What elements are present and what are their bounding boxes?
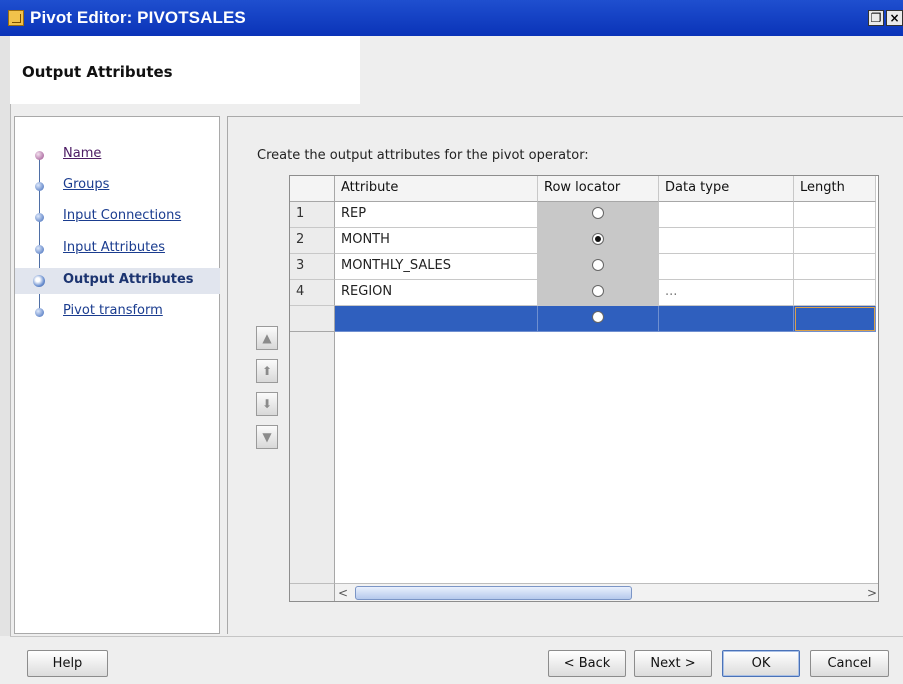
row-number: 1 xyxy=(290,202,335,228)
column-header-attribute[interactable]: Attribute xyxy=(335,176,538,202)
restore-window-button[interactable]: ❐ xyxy=(868,10,884,26)
column-header-data-type[interactable]: Data type xyxy=(659,176,794,202)
row-number xyxy=(290,306,335,332)
attribute-cell[interactable]: REGION xyxy=(335,280,538,306)
step-icon xyxy=(35,308,44,317)
table-row-new-selected[interactable] xyxy=(290,306,878,332)
step-pivot-transform[interactable]: Pivot transform xyxy=(15,299,220,325)
scroll-right-icon[interactable]: > xyxy=(864,584,878,601)
data-type-cell[interactable] xyxy=(659,228,794,254)
step-label: Input Attributes xyxy=(63,240,165,255)
move-down-button[interactable]: ⬇ xyxy=(256,392,278,416)
page-title: Output Attributes xyxy=(22,63,173,81)
ok-button[interactable]: OK xyxy=(722,650,800,677)
move-up-button[interactable]: ⬆ xyxy=(256,359,278,383)
output-attributes-table: Attribute Row locator Data type Length 1… xyxy=(289,175,879,602)
step-visited-icon xyxy=(35,151,44,160)
row-locator-cell[interactable] xyxy=(538,280,659,306)
column-header-length[interactable]: Length xyxy=(794,176,876,202)
wizard-step-navigator: Name Groups Input Connections Input Attr… xyxy=(14,116,220,634)
window-titlebar: Pivot Editor: PIVOTSALES ❐ × xyxy=(0,0,903,36)
dialog-footer: Help < Back Next > OK Cancel xyxy=(10,636,903,684)
step-icon xyxy=(35,213,44,222)
row-number: 4 xyxy=(290,280,335,306)
step-icon xyxy=(35,245,44,254)
scrollbar-thumb[interactable] xyxy=(355,586,632,600)
attribute-cell[interactable]: MONTHLY_SALES xyxy=(335,254,538,280)
step-groups[interactable]: Groups xyxy=(15,173,220,199)
row-locator-cell[interactable] xyxy=(538,228,659,254)
length-cell[interactable] xyxy=(794,228,876,254)
corner-header-cell xyxy=(290,176,335,202)
length-cell[interactable] xyxy=(794,254,876,280)
attribute-cell[interactable] xyxy=(335,306,538,332)
data-type-cell[interactable] xyxy=(659,202,794,228)
row-locator-radio[interactable] xyxy=(592,206,604,219)
step-label: Pivot transform xyxy=(63,303,163,318)
window-left-edge xyxy=(0,36,11,636)
step-input-connections[interactable]: Input Connections xyxy=(15,204,220,230)
step-input-attributes[interactable]: Input Attributes xyxy=(15,236,220,262)
scroll-corner xyxy=(290,583,335,601)
window-title: Pivot Editor: PIVOTSALES xyxy=(30,8,246,27)
step-label: Name xyxy=(63,146,102,161)
length-cell-focused[interactable] xyxy=(794,306,876,332)
table-row[interactable]: 3 MONTHLY_SALES xyxy=(290,254,878,280)
column-header-row-locator[interactable]: Row locator xyxy=(538,176,659,202)
step-output-attributes[interactable]: Output Attributes xyxy=(15,268,220,294)
table-row[interactable]: 4 REGION ... xyxy=(290,280,878,306)
data-type-cell[interactable] xyxy=(659,306,794,332)
attribute-cell[interactable]: MONTH xyxy=(335,228,538,254)
step-label: Input Connections xyxy=(63,208,182,223)
cancel-button[interactable]: Cancel xyxy=(810,650,889,677)
row-locator-cell[interactable] xyxy=(538,254,659,280)
row-locator-radio[interactable] xyxy=(592,310,604,323)
instruction-text: Create the output attributes for the piv… xyxy=(257,148,589,163)
pivot-editor-app-icon xyxy=(8,10,24,26)
help-button[interactable]: Help xyxy=(27,650,108,677)
row-locator-cell[interactable] xyxy=(538,306,659,332)
back-button[interactable]: < Back xyxy=(548,650,626,677)
step-name[interactable]: Name xyxy=(15,142,220,168)
header-banner-area xyxy=(360,36,903,104)
table-row[interactable]: 2 MONTH xyxy=(290,228,878,254)
data-type-cell[interactable]: ... xyxy=(659,280,794,306)
row-locator-radio[interactable] xyxy=(592,258,604,271)
row-locator-radio[interactable] xyxy=(592,284,604,297)
move-to-bottom-button[interactable]: ▼ xyxy=(256,425,278,449)
step-label: Groups xyxy=(63,177,110,192)
horizontal-scrollbar[interactable]: < > xyxy=(335,583,878,601)
close-window-button[interactable]: × xyxy=(886,10,903,26)
attribute-cell[interactable]: REP xyxy=(335,202,538,228)
next-button[interactable]: Next > xyxy=(634,650,712,677)
move-to-top-button[interactable]: ▲ xyxy=(256,326,278,350)
step-label: Output Attributes xyxy=(63,272,194,287)
scroll-left-icon[interactable]: < xyxy=(335,584,351,601)
page-header: Output Attributes xyxy=(10,36,903,104)
table-header-row: Attribute Row locator Data type Length xyxy=(290,176,878,202)
row-locator-radio-selected[interactable] xyxy=(592,232,604,245)
data-type-cell[interactable] xyxy=(659,254,794,280)
row-number: 3 xyxy=(290,254,335,280)
row-number: 2 xyxy=(290,228,335,254)
table-row[interactable]: 1 REP xyxy=(290,202,878,228)
step-icon xyxy=(35,182,44,191)
row-locator-cell[interactable] xyxy=(538,202,659,228)
length-cell[interactable] xyxy=(794,280,876,306)
step-current-icon xyxy=(33,275,45,287)
length-cell[interactable] xyxy=(794,202,876,228)
